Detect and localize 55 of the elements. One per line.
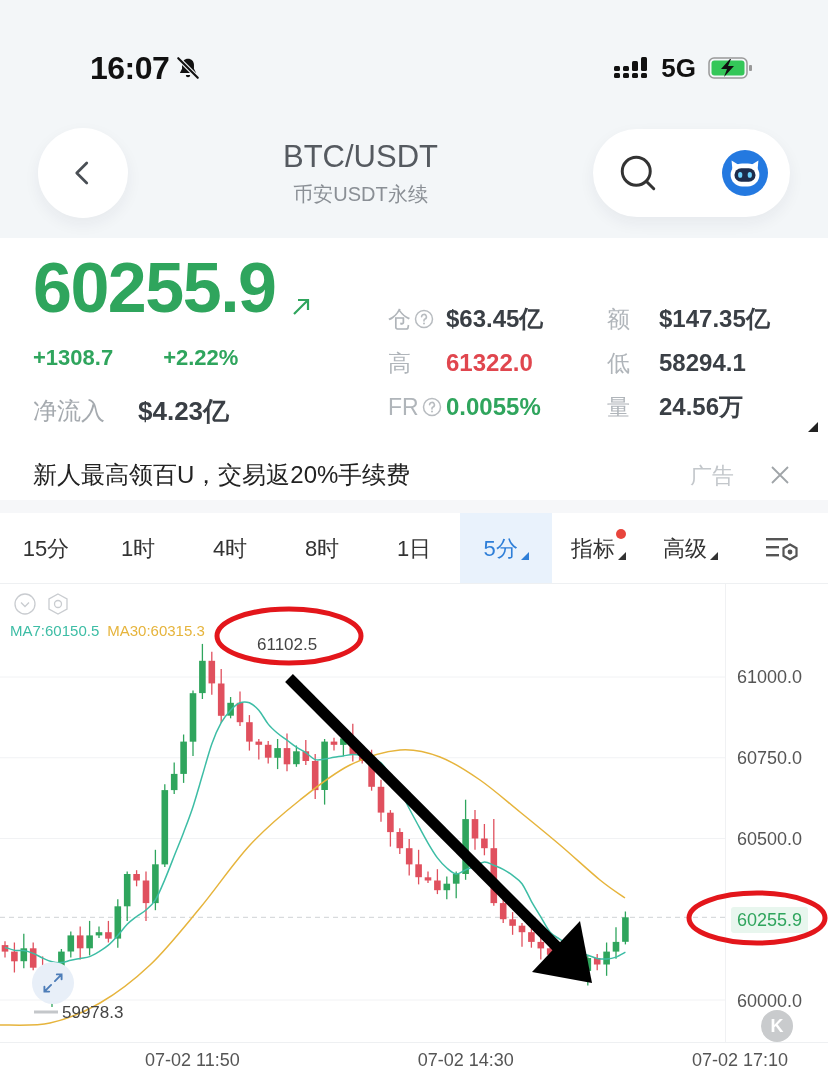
chart-tab[interactable]: 15分 [0,513,92,583]
status-time: 16:07 [90,49,170,88]
axis-label: 07-02 11:50 [145,1049,240,1072]
axis-label: 60750.0 [737,746,803,769]
network-type: 5G [661,52,696,85]
chart-tab[interactable]: 1时 [92,513,184,583]
pair-title: BTC/USDT [283,138,438,176]
stat-label: 高 [388,348,411,378]
stat-label: 量 [607,392,630,422]
stat-value: 61322.0 [446,348,533,378]
muted-bell-icon [175,55,202,81]
high-price-label: 61102.5 [257,635,318,655]
ad-tag: 广告 [690,458,734,492]
current-price-label: 60255.9 [731,906,809,933]
axis-label: 61000.0 [737,665,803,688]
stat-label: FR [388,392,419,422]
leader-line [34,1010,58,1014]
help-icon[interactable] [414,309,434,329]
stat-value: 58294.1 [659,348,746,378]
chart-tab[interactable]: 8时 [276,513,368,583]
chevron-down-circle-icon[interactable] [14,593,36,615]
chart-tab[interactable]: 4时 [184,513,276,583]
axis-label: 60000.0 [737,989,803,1012]
moving-average-label: MA30:60315.3 [107,621,205,640]
help-icon[interactable] [421,397,442,417]
axis-label: 07-02 14:30 [417,1049,514,1072]
moving-average-label: MA7:60150.5 [10,621,100,640]
chart-tab[interactable]: 1日 [368,513,460,583]
stat-value: 24.56万 [659,392,744,422]
stat-label: 额 [607,304,630,334]
close-icon[interactable] [770,465,790,485]
price-change: +1308.7 [33,344,114,372]
chart-tab[interactable]: 指标 [552,513,644,583]
chart-tab[interactable]: 高级 [644,513,736,583]
corner-triangle-icon[interactable] [808,422,818,432]
stat-value: $63.45亿 [446,304,544,334]
signal-icon [613,57,650,79]
change-percent: +2.22% [163,344,239,372]
net-inflow-label: 净流入 [33,396,105,426]
axis-label: 60500.0 [737,827,803,850]
chart-tab[interactable]: 5分 [460,513,552,583]
chart-settings-icon[interactable] [766,535,798,561]
stat-label: 仓 [388,304,411,334]
robot-avatar-icon[interactable] [722,150,768,196]
net-inflow-value: $4.23亿 [138,395,230,428]
stat-label: 低 [607,348,630,378]
stat-value: 0.0055% [446,392,541,422]
expand-icon[interactable] [32,962,74,1004]
promo-text: 新人最高领百U，交易返20%手续费 [33,460,412,490]
last-price: 60255.9 [33,248,276,328]
hexagon-gear-icon[interactable] [47,593,69,615]
battery-icon [708,56,754,80]
market-subtitle: 币安USDT永续 [293,182,428,207]
stat-value: $147.35亿 [659,304,770,334]
axis-label: 07-02 17:10 [691,1049,788,1072]
